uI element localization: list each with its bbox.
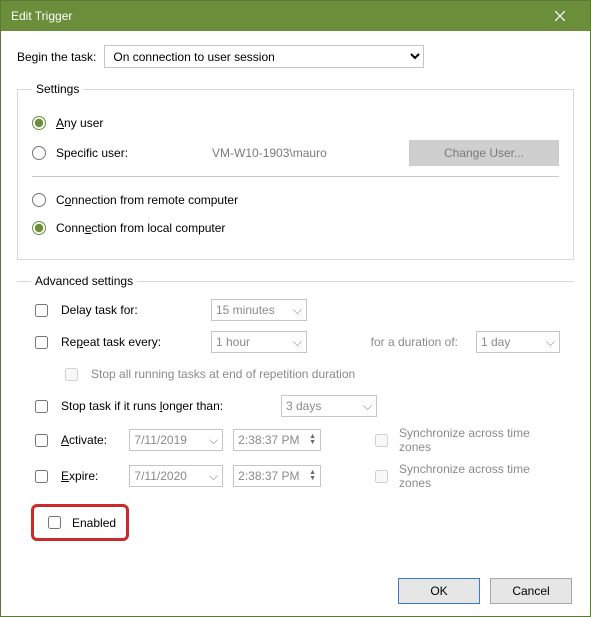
stop-longer-row: Stop task if it runs longer than: 3 days… (31, 394, 560, 418)
specific-user-label: Specific user: (56, 146, 128, 160)
advanced-legend: Advanced settings (31, 274, 137, 288)
advanced-group: Advanced settings Delay task for: 15 min… (17, 274, 574, 541)
cancel-button[interactable]: Cancel (490, 578, 572, 604)
enabled-label: Enabled (72, 516, 116, 530)
any-user-radio[interactable] (32, 116, 46, 130)
duration-combo: 1 day⌵ (476, 331, 560, 353)
activate-row: Activate: 7/11/2019⌵ 2:38:37 PM▲▼ Synchr… (31, 426, 560, 454)
activate-date: 7/11/2019⌵ (129, 429, 223, 451)
stop-longer-label: Stop task if it runs longer than: (61, 399, 271, 413)
close-button[interactable] (540, 1, 580, 31)
window-title: Edit Trigger (11, 9, 72, 23)
begin-task-label: Begin the task: (17, 50, 96, 64)
expire-sync-label: Synchronize across time zones (399, 462, 560, 490)
local-connection-label: Connection from local computer (56, 221, 225, 235)
local-connection-row: Connection from local computer (32, 217, 559, 239)
delay-row: Delay task for: 15 minutes⌵ (31, 298, 560, 322)
chevron-down-icon: ⌵ (209, 469, 218, 484)
chevron-down-icon: ⌵ (546, 335, 555, 350)
begin-task-row: Begin the task: On connection to user se… (17, 45, 574, 68)
any-user-row: Any user (32, 112, 559, 134)
specific-user-value: VM-W10-1903\mauro (142, 146, 395, 160)
repeat-row: Repeat task every: 1 hour⌵ for a duratio… (31, 330, 560, 354)
expire-sync-checkbox (375, 470, 388, 483)
expire-date: 7/11/2020⌵ (129, 465, 223, 487)
chevron-down-icon: ⌵ (293, 303, 302, 318)
begin-task-select[interactable]: On connection to user session (104, 45, 424, 68)
stop-repetition-checkbox (65, 368, 78, 381)
specific-user-row: Specific user: VM-W10-1903\mauro Change … (32, 140, 559, 166)
duration-label: for a duration of: (371, 335, 458, 349)
edit-trigger-dialog: Edit Trigger Begin the task: On connecti… (0, 0, 591, 617)
repeat-label: Repeat task every: (61, 335, 201, 349)
expire-row: Expire: 7/11/2020⌵ 2:38:37 PM▲▼ Synchron… (31, 462, 560, 490)
expire-checkbox[interactable] (35, 470, 48, 483)
stop-longer-combo: 3 days⌵ (281, 395, 377, 417)
enabled-checkbox[interactable] (48, 516, 61, 529)
enabled-highlight: Enabled (31, 504, 129, 541)
specific-user-radio[interactable] (32, 146, 46, 160)
spinner-icon: ▲▼ (309, 470, 316, 482)
activate-time: 2:38:37 PM▲▼ (233, 429, 321, 451)
chevron-down-icon: ⌵ (293, 335, 302, 350)
content-area: Begin the task: On connection to user se… (1, 31, 590, 569)
close-icon (555, 11, 565, 21)
activate-sync-label: Synchronize across time zones (399, 426, 560, 454)
remote-connection-label: Connection from remote computer (56, 193, 238, 207)
expire-label: Expire: (61, 469, 119, 483)
delay-checkbox[interactable] (35, 304, 48, 317)
delay-label: Delay task for: (61, 303, 201, 317)
settings-legend: Settings (32, 82, 83, 96)
activate-label: Activate: (61, 433, 119, 447)
ok-button[interactable]: OK (398, 578, 480, 604)
settings-separator (32, 176, 559, 177)
dialog-footer: OK Cancel (398, 578, 572, 604)
delay-combo: 15 minutes⌵ (211, 299, 307, 321)
remote-connection-row: Connection from remote computer (32, 189, 559, 211)
stop-longer-checkbox[interactable] (35, 400, 48, 413)
stop-repetition-row: Stop all running tasks at end of repetit… (61, 362, 560, 386)
spinner-icon: ▲▼ (309, 434, 316, 446)
remote-connection-radio[interactable] (32, 193, 46, 207)
change-user-button: Change User... (409, 140, 559, 166)
repeat-checkbox[interactable] (35, 336, 48, 349)
stop-repetition-label: Stop all running tasks at end of repetit… (91, 367, 355, 381)
chevron-down-icon: ⌵ (363, 399, 372, 414)
settings-group: Settings Any user Specific user: VM-W10-… (17, 82, 574, 260)
expire-time: 2:38:37 PM▲▼ (233, 465, 321, 487)
chevron-down-icon: ⌵ (209, 433, 218, 448)
titlebar: Edit Trigger (1, 1, 590, 31)
local-connection-radio[interactable] (32, 221, 46, 235)
any-user-label: Any user (56, 116, 103, 130)
repeat-combo: 1 hour⌵ (211, 331, 307, 353)
activate-sync-checkbox (375, 434, 388, 447)
activate-checkbox[interactable] (35, 434, 48, 447)
